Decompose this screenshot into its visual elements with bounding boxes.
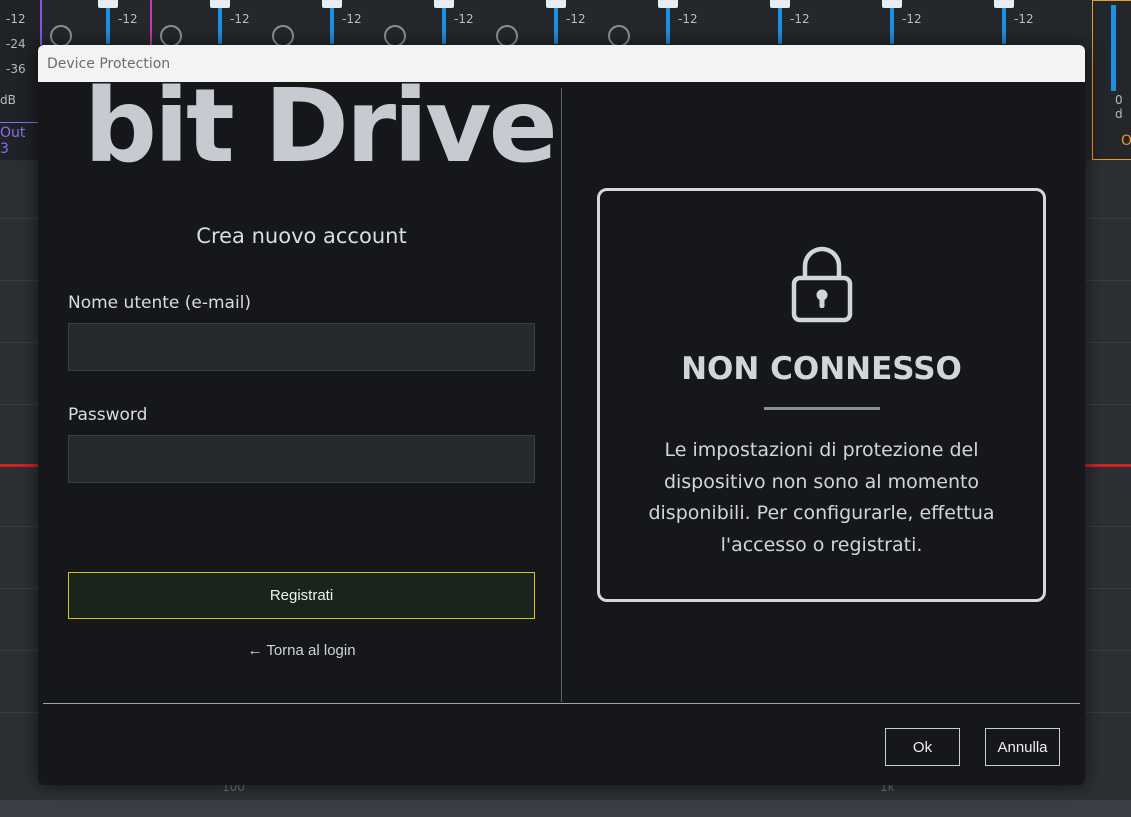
password-input[interactable] [68, 435, 535, 483]
knob-icon[interactable] [272, 25, 294, 47]
form-heading: Crea nuovo account [196, 224, 407, 248]
panel-divider [561, 88, 562, 702]
status-title: NON CONNESSO [681, 351, 962, 387]
fader[interactable] [666, 8, 670, 44]
scale-label: dB [0, 93, 16, 107]
device-protection-dialog: Device Protection bit Drive Crea nuovo a… [38, 45, 1085, 785]
fader[interactable] [218, 8, 222, 44]
knob-icon[interactable] [608, 25, 630, 47]
bitdrive-logo: bit Drive [84, 67, 558, 186]
dialog-content: bit Drive Crea nuovo account Nome utente… [38, 72, 1085, 785]
master-db-label: 0 d [1115, 93, 1123, 121]
back-to-login-link[interactable]: ← Torna al login [68, 642, 535, 659]
master-strip[interactable]: 0 d O [1092, 0, 1131, 160]
username-label: Nome utente (e-mail) [68, 293, 252, 313]
knob-icon[interactable] [384, 25, 406, 47]
scale-label: -24 [6, 37, 26, 51]
fader[interactable] [778, 8, 782, 44]
status-bar [0, 800, 1131, 817]
lock-icon [791, 246, 853, 323]
status-message: Le impostazioni di protezione del dispos… [648, 439, 995, 556]
username-input[interactable] [68, 323, 535, 371]
register-button[interactable]: Registrati [68, 572, 535, 619]
scale-label: -12 [6, 12, 26, 26]
master-label: O [1121, 133, 1131, 149]
fader[interactable] [554, 8, 558, 44]
fader[interactable] [1002, 8, 1006, 44]
fader[interactable] [442, 8, 446, 44]
knob-icon[interactable] [160, 25, 182, 47]
knob-icon[interactable] [496, 25, 518, 47]
scale-label: -36 [6, 62, 26, 76]
ok-button[interactable]: Ok [885, 728, 960, 766]
connection-status-card: NON CONNESSO Le impostazioni di protezio… [597, 188, 1046, 602]
password-label: Password [68, 405, 148, 425]
knob-icon[interactable] [50, 25, 72, 47]
fader[interactable] [890, 8, 894, 44]
fader[interactable] [330, 8, 334, 44]
fader[interactable] [106, 8, 110, 44]
status-underline [764, 407, 880, 410]
cancel-button[interactable]: Annulla [985, 728, 1060, 766]
channel-label-out3[interactable]: Out 3 [0, 122, 38, 159]
level-meter [1111, 5, 1116, 91]
footer-divider [43, 703, 1080, 704]
